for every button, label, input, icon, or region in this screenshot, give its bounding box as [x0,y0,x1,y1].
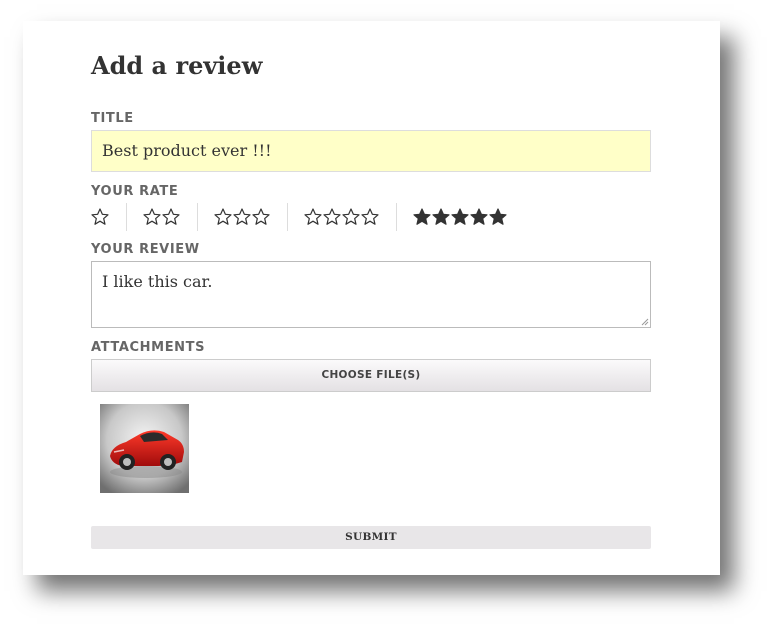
submit-button[interactable]: SUBMIT [91,526,651,549]
title-input[interactable]: Best product ever !!! [91,130,651,172]
star-outline-icon [323,208,341,225]
star-outline-icon [233,208,251,225]
star-filled-icon [413,208,431,225]
car-image [100,404,189,493]
attachment-thumbnail[interactable] [100,404,189,493]
review-label: YOUR REVIEW [91,242,200,257]
rating-option-2[interactable] [126,203,197,231]
star-filled-icon [451,208,469,225]
rate-label: YOUR RATE [91,184,179,199]
form-heading: Add a review [91,51,263,80]
rating-selector [91,203,524,231]
star-outline-icon [361,208,379,225]
review-text: I like this car. [102,272,213,291]
star-filled-icon [470,208,488,225]
star-outline-icon [143,208,161,225]
rating-option-3[interactable] [197,203,287,231]
resize-handle-icon[interactable] [641,318,649,326]
review-card: Add a review TITLE Best product ever !!!… [23,21,720,575]
star-filled-icon [432,208,450,225]
rating-option-5[interactable] [396,203,524,231]
star-outline-icon [304,208,322,225]
rating-option-1[interactable] [91,203,126,231]
star-outline-icon [252,208,270,225]
choose-files-button[interactable]: CHOOSE FILE(S) [91,359,651,392]
star-outline-icon [91,208,109,225]
title-label: TITLE [91,111,134,126]
star-filled-icon [489,208,507,225]
star-outline-icon [162,208,180,225]
attachments-label: ATTACHMENTS [91,340,206,355]
star-outline-icon [214,208,232,225]
rating-option-4[interactable] [287,203,396,231]
review-textarea[interactable]: I like this car. [91,261,651,328]
star-outline-icon [342,208,360,225]
